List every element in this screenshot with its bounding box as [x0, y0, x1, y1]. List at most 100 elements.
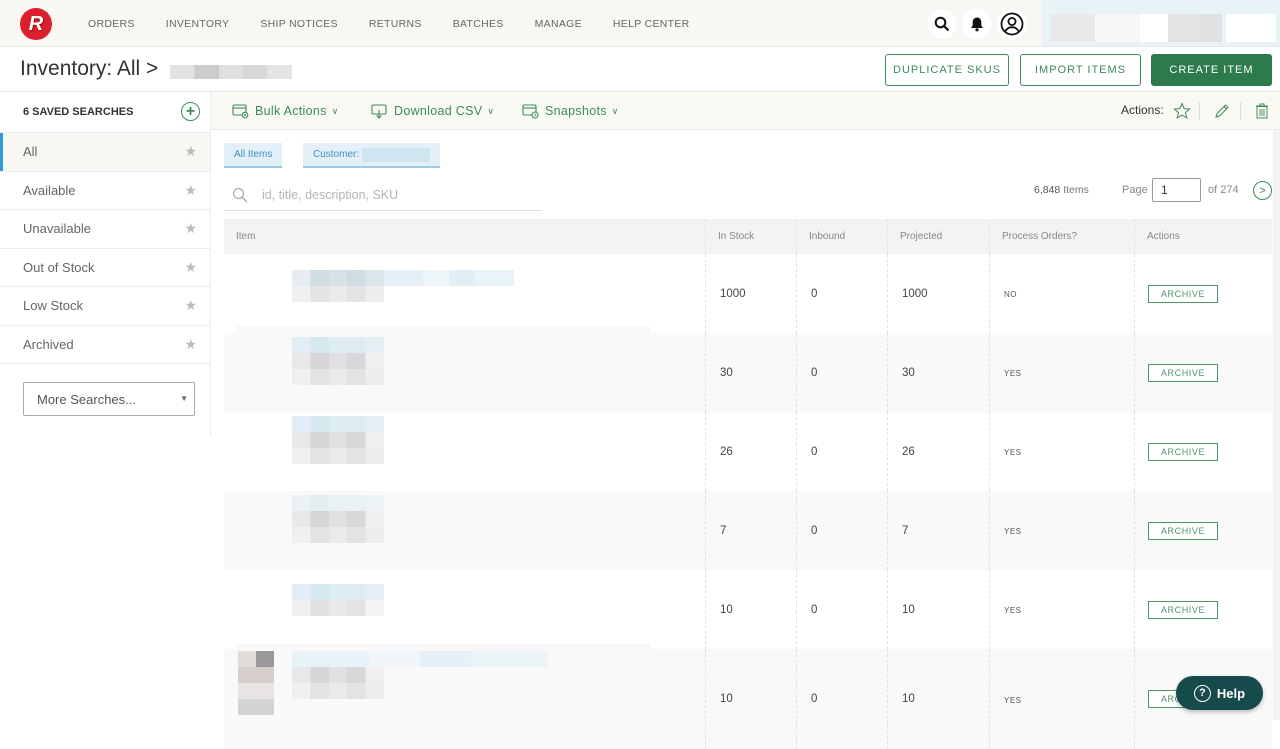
redacted-customer: [362, 147, 430, 162]
star-icon[interactable]: ★: [184, 336, 197, 353]
filter-chip-label: All Items: [234, 149, 273, 160]
help-button[interactable]: ? Help: [1176, 676, 1263, 710]
favorite-search-button[interactable]: [1172, 101, 1192, 121]
snapshots-dropdown[interactable]: Snapshots ∨: [522, 92, 619, 130]
star-icon[interactable]: ★: [184, 182, 197, 199]
chevron-down-icon: ∨: [487, 105, 495, 116]
plus-icon: +: [185, 102, 196, 120]
archive-button[interactable]: ARCHIVE: [1148, 442, 1218, 461]
delete-search-button[interactable]: [1252, 101, 1272, 121]
notifications-button[interactable]: [962, 9, 992, 39]
import-items-button[interactable]: IMPORT ITEMS: [1020, 54, 1141, 86]
page-number-input[interactable]: [1152, 178, 1201, 202]
redacted-item-title: [292, 416, 384, 432]
saved-search-archived[interactable]: Archived ★: [0, 326, 210, 364]
column-header-inbound[interactable]: Inbound: [797, 219, 888, 254]
download-csv-dropdown[interactable]: Download CSV ∨: [371, 92, 494, 130]
filter-chip-customer[interactable]: Customer:: [303, 143, 440, 168]
pencil-icon: [1215, 104, 1229, 118]
process-orders-value: YES: [1004, 695, 1022, 705]
process-orders-cell: YES: [990, 570, 1135, 649]
item-cell[interactable]: [224, 491, 706, 570]
process-orders-value: YES: [1004, 369, 1022, 378]
top-nav: R ORDERS INVENTORY SHIP NOTICES RETURNS …: [0, 0, 1280, 47]
star-icon[interactable]: ★: [184, 143, 197, 160]
nav-help-center[interactable]: HELP CENTER: [613, 18, 690, 30]
nav-returns[interactable]: RETURNS: [369, 18, 422, 30]
in-stock-cell: 30: [706, 333, 797, 412]
logo-letter: R: [28, 12, 44, 35]
star-icon[interactable]: ★: [184, 259, 197, 276]
saved-search-low-stock[interactable]: Low Stock ★: [0, 287, 210, 326]
table-row[interactable]: 10 0 10 YES ARCHIVE: [224, 649, 1272, 749]
trash-icon: [1256, 103, 1268, 119]
divider: [1199, 102, 1200, 120]
help-label: Help: [1216, 685, 1246, 701]
saved-search-all[interactable]: All ★: [0, 133, 210, 172]
table-row[interactable]: 26 0 26 YES ARCHIVE: [224, 412, 1272, 491]
search-button[interactable]: [927, 9, 957, 39]
column-header-item[interactable]: Item: [224, 219, 706, 254]
archive-button[interactable]: ARCHIVE: [1148, 521, 1218, 540]
table-row[interactable]: 30 0 30 YES ARCHIVE: [224, 333, 1272, 412]
items-count-label: Items: [1063, 184, 1089, 196]
items-count-value: 6,848: [1034, 184, 1061, 196]
star-icon[interactable]: ★: [184, 297, 197, 314]
account-button[interactable]: [997, 9, 1027, 39]
saved-searches-sidebar: 6 SAVED SEARCHES + All ★ Available ★ Una…: [0, 92, 211, 437]
logo[interactable]: R: [20, 8, 52, 40]
redacted-item-title: [292, 495, 384, 511]
redacted-account-extra: [1226, 14, 1276, 42]
projected-cell: 26: [888, 412, 990, 491]
item-cell[interactable]: [224, 333, 706, 412]
redacted-item-title: [384, 270, 514, 286]
column-header-projected[interactable]: Projected: [888, 219, 990, 254]
saved-search-label: Available: [23, 182, 76, 198]
saved-searches-header: 6 SAVED SEARCHES +: [0, 92, 210, 133]
inventory-table: Item In Stock Inbound Projected Process …: [224, 219, 1272, 749]
duplicate-skus-button[interactable]: DUPLICATE SKUS: [885, 54, 1009, 86]
in-stock-cell: 26: [706, 412, 797, 491]
archive-button[interactable]: ARCHIVE: [1148, 363, 1218, 382]
saved-search-unavailable[interactable]: Unavailable ★: [0, 210, 210, 249]
item-cell[interactable]: [224, 570, 706, 650]
bulk-actions-dropdown[interactable]: Bulk Actions ∨: [232, 92, 339, 130]
archive-button[interactable]: ARCHIVE: [1148, 284, 1218, 303]
page-scrollbar[interactable]: [1273, 130, 1280, 720]
redacted-item-detail: [292, 369, 384, 385]
nav-ship-notices[interactable]: SHIP NOTICES: [260, 18, 338, 30]
next-page-button[interactable]: >: [1253, 181, 1272, 200]
projected-cell: 1000: [888, 254, 990, 333]
table-row[interactable]: 7 0 7 YES ARCHIVE: [224, 491, 1272, 570]
saved-search-label: Unavailable: [23, 221, 91, 237]
item-cell[interactable]: [224, 412, 706, 491]
nav-orders[interactable]: ORDERS: [88, 18, 135, 30]
create-item-button[interactable]: CREATE ITEM: [1151, 54, 1272, 86]
projected-cell: 30: [888, 333, 990, 412]
item-cell[interactable]: [224, 254, 706, 333]
nav-manage[interactable]: MANAGE: [535, 18, 582, 30]
archive-button[interactable]: ARCHIVE: [1148, 600, 1218, 619]
filter-chip-all-items[interactable]: All Items: [224, 143, 283, 168]
nav-batches[interactable]: BATCHES: [453, 18, 504, 30]
account-switcher[interactable]: [1042, 0, 1280, 46]
search-input[interactable]: [262, 188, 532, 202]
column-header-in-stock[interactable]: In Stock: [706, 219, 797, 254]
column-header-process-orders[interactable]: Process Orders?: [990, 219, 1135, 254]
add-search-button[interactable]: +: [181, 102, 200, 121]
item-thumbnail: [256, 651, 274, 667]
edit-search-button[interactable]: [1212, 101, 1232, 121]
saved-search-label: All: [23, 144, 38, 160]
inbound-cell: 0: [797, 491, 888, 570]
star-icon[interactable]: ★: [184, 220, 197, 237]
download-icon: [371, 104, 387, 119]
nav-inventory[interactable]: INVENTORY: [166, 18, 230, 30]
table-row[interactable]: 10 0 10 YES ARCHIVE: [224, 570, 1272, 650]
snapshots-label: Snapshots: [545, 104, 607, 118]
item-cell[interactable]: [224, 649, 706, 749]
saved-search-available[interactable]: Available ★: [0, 172, 210, 210]
table-row[interactable]: 1000 0 1000 NO ARCHIVE: [224, 254, 1272, 333]
actions-label: Actions:: [1121, 103, 1164, 117]
more-searches-select[interactable]: More Searches... ▼: [23, 382, 195, 416]
saved-search-out-of-stock[interactable]: Out of Stock ★: [0, 249, 210, 287]
